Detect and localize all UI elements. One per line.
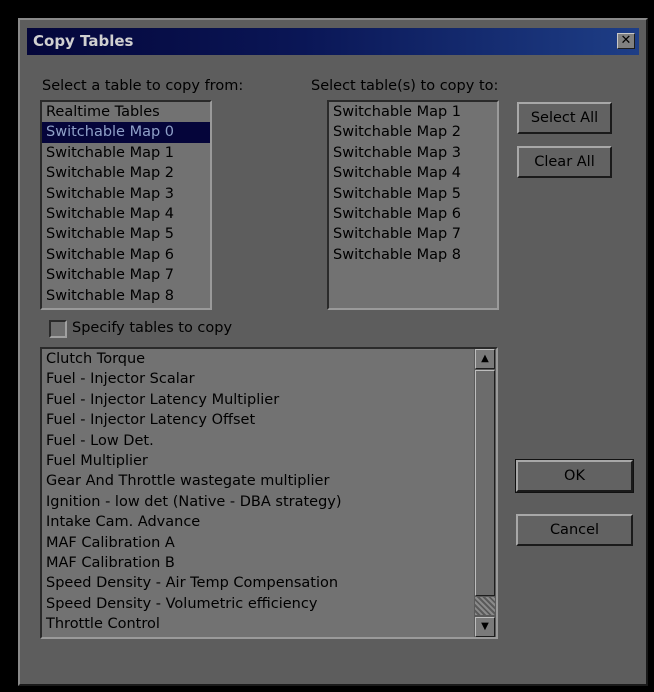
ok-button[interactable]: OK (515, 459, 634, 493)
tables-list-item[interactable]: Intake Cam. Advance (42, 512, 474, 532)
scrollbar-thumb[interactable] (475, 370, 495, 596)
source-list-label: Select a table to copy from: (42, 78, 244, 94)
cancel-button[interactable]: Cancel (516, 514, 633, 546)
tables-list-item[interactable]: Speed Density - Air Temp Compensation (42, 573, 474, 593)
source-list-item[interactable]: Switchable Map 6 (42, 245, 210, 265)
target-list-item[interactable]: Switchable Map 8 (329, 245, 497, 265)
tables-list[interactable]: Clutch Torque Fuel - Injector Scalar Fuel … (40, 347, 498, 639)
source-list-item[interactable]: Switchable Map 4 (42, 204, 210, 224)
target-list-item[interactable]: Switchable Map 2 (329, 122, 497, 142)
copy-tables-dialog: Copy Tables ✕ Select a table to copy fro… (18, 18, 648, 686)
tables-list-item[interactable]: Gear And Throttle wastegate multiplier (42, 471, 474, 491)
tables-list-item[interactable]: MAF Calibration A (42, 533, 474, 553)
source-list-item[interactable]: Switchable Map 5 (42, 224, 210, 244)
tables-list-item[interactable]: Clutch Torque (42, 349, 474, 369)
tables-list-item[interactable]: MAF Calibration B (42, 553, 474, 573)
scrollbar-track[interactable] (475, 597, 495, 615)
dialog-title: Copy Tables (33, 32, 134, 50)
target-list-item[interactable]: Switchable Map 5 (329, 184, 497, 204)
close-button[interactable]: ✕ (617, 33, 635, 49)
source-list-item[interactable]: Switchable Map 3 (42, 184, 210, 204)
tables-list-item[interactable]: Fuel - Low Det. (42, 431, 474, 451)
specify-tables-checkbox[interactable] (49, 320, 67, 338)
tables-list-item[interactable]: Speed Density - Volumetric efficiency (42, 594, 474, 614)
tables-list-item[interactable]: Fuel - Injector Latency Offset (42, 410, 474, 430)
target-list-item[interactable]: Switchable Map 1 (329, 102, 497, 122)
target-list-label: Select table(s) to copy to: (311, 78, 499, 94)
source-list-item[interactable]: Switchable Map 2 (42, 163, 210, 183)
source-table-list[interactable]: Realtime Tables Switchable Map 0 Switchabl… (40, 100, 212, 310)
source-list-item[interactable]: Switchable Map 1 (42, 143, 210, 163)
specify-tables-label: Specify tables to copy (72, 320, 233, 336)
tables-list-item[interactable]: Throttle Control (42, 614, 474, 634)
title-bar: Copy Tables ✕ (27, 28, 639, 55)
target-table-list[interactable]: Switchable Map 1 Switchable Map 2 Switchab… (327, 100, 499, 310)
target-list-item[interactable]: Switchable Map 6 (329, 204, 497, 224)
tables-list-item[interactable]: Fuel - Injector Latency Multiplier (42, 390, 474, 410)
select-all-button[interactable]: Select All (517, 102, 612, 134)
scroll-down-icon[interactable]: ▼ (475, 617, 495, 637)
tables-list-item[interactable]: Fuel Multiplier (42, 451, 474, 471)
tables-scrollbar[interactable]: ▲ ▼ (474, 349, 496, 637)
tables-list-item[interactable]: Fuel - Injector Scalar (42, 369, 474, 389)
tables-list-item[interactable]: Ignition - low det (Native - DBA strateg… (42, 492, 474, 512)
target-list-item[interactable]: Switchable Map 4 (329, 163, 497, 183)
source-list-item[interactable]: Switchable Map 8 (42, 286, 210, 306)
source-list-item[interactable]: Realtime Tables (42, 102, 210, 122)
source-list-item[interactable]: Switchable Map 0 (42, 122, 210, 143)
close-icon: ✕ (620, 33, 632, 48)
tables-list-items: Clutch Torque Fuel - Injector Scalar Fuel … (42, 349, 474, 634)
target-list-item[interactable]: Switchable Map 7 (329, 224, 497, 244)
target-list-item[interactable]: Switchable Map 3 (329, 143, 497, 163)
scroll-up-icon[interactable]: ▲ (475, 349, 495, 369)
clear-all-button[interactable]: Clear All (517, 146, 612, 178)
source-list-item[interactable]: Switchable Map 7 (42, 265, 210, 285)
